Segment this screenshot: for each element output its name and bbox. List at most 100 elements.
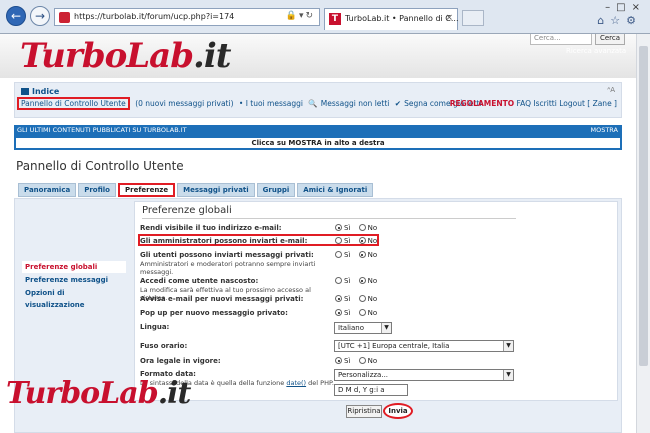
address-bar[interactable]: https://turbolab.it/forum/ucp.php?i=174 … [54,8,320,26]
radio-icon [358,357,366,364]
tab-private-messages[interactable]: Messaggi privati [177,183,255,197]
radio-yes[interactable]: Sì [335,357,350,365]
setting-help: Amministratori e moderatori potranno sem… [140,260,316,276]
font-resize-icon[interactable]: ᴬA [607,86,615,94]
page-title: Pannello di Controllo Utente [16,159,184,173]
sidebar-item-display[interactable]: Opzioni di visualizzazione [22,287,126,309]
forum-navbar: Indice ᴬA Pannello di Controllo Utente (… [14,82,622,118]
index-label: Indice [32,87,60,96]
logout-link[interactable]: Logout [ Zane ] [559,99,617,108]
tab-profile[interactable]: Profilo [78,183,116,197]
breadcrumb-index[interactable]: Indice [21,87,59,96]
ucp-link[interactable]: Pannello di Controllo Utente [17,97,130,110]
tab-friends[interactable]: Amici & Ignorati [297,183,374,197]
reset-button[interactable]: Ripristina [346,405,382,418]
radio-yes[interactable]: Sì [335,237,350,245]
submit-button[interactable]: Invia [383,403,413,419]
radio-label: Sì [344,357,351,365]
search-small-icon: 🔍 [308,99,318,108]
private-messages-link[interactable]: (0 nuovi messaggi privati) [135,99,233,108]
radio-no[interactable]: No [358,295,378,303]
radio-label: No [367,251,378,259]
date-format-input[interactable]: D M d, Y g:i a [334,384,408,396]
faq-link[interactable]: FAQ [517,99,532,108]
browser-chrome: ← → https://turbolab.it/forum/ucp.php?i=… [0,0,650,34]
radio-no[interactable]: No [358,224,377,232]
radio-icon [358,277,366,284]
radio-group: Sì No [335,224,383,232]
show-button[interactable]: MOSTRA [590,125,618,136]
date-format-select[interactable]: Personalizza... ▼ [334,369,514,381]
radio-group: Sì No [335,277,383,285]
window-controls-icon[interactable]: –□× [605,2,646,13]
tab-groups[interactable]: Gruppi [256,183,296,197]
chevron-down-icon: ▼ [381,323,391,333]
url-text[interactable]: https://turbolab.it/forum/ucp.php?i=174 [74,12,234,21]
php-date-link[interactable]: date() [286,379,306,387]
scrollbar-thumb[interactable] [639,46,648,366]
search-input[interactable]: Cerca... [530,34,592,45]
back-icon[interactable]: ← [6,6,26,26]
banner-message: Clicca su MOSTRA in alto a destra [14,136,622,150]
radio-yes[interactable]: Sì [335,224,350,232]
sidebar-item-global[interactable]: Preferenze globali [22,261,126,273]
address-controls-icon[interactable]: 🔒▾↻ [286,11,315,21]
ucp-sidebar: Preferenze globali Preferenze messaggi O… [22,261,126,309]
search-button[interactable]: Cerca [595,34,625,45]
radio-icon [335,295,342,302]
radio-icon [358,224,366,231]
tab-overview[interactable]: Panoramica [18,183,77,197]
radio-icon [335,277,342,284]
setting-label: Accedi come utente nascosto: [140,277,259,285]
radio-group: Sì No [335,251,383,259]
timezone-select[interactable]: [UTC +1] Europa centrale, Italia ▼ [334,340,514,352]
setting-label: Fuso orario: [140,342,188,350]
select-value: Italiano [338,324,364,332]
setting-label: Ora legale in vigore: [140,357,221,365]
chevron-down-icon: ▼ [503,370,513,380]
radio-group: Sì No [335,309,383,317]
user-nav-links: Pannello di Controllo Utente (0 nuovi me… [17,97,484,111]
radio-yes[interactable]: Sì [335,309,350,317]
forward-icon[interactable]: → [30,6,50,26]
radio-no[interactable]: No [358,277,377,285]
browser-tab[interactable]: T TurboLab.it • Pannello di C... × [324,8,459,30]
setting-label: Pop up per nuovo messaggio privato: [140,309,288,317]
members-link[interactable]: Iscritti [533,99,556,108]
radio-no[interactable]: No [358,357,377,365]
your-messages-link[interactable]: • I tuoi messaggi [239,99,303,108]
help-text-suffix: del PHP. [308,379,334,387]
close-tab-icon[interactable]: × [445,13,453,23]
unread-link[interactable]: Messaggi non letti [321,99,390,108]
radio-label: Sì [344,295,351,303]
radio-group: Sì No [335,357,383,365]
radio-yes[interactable]: Sì [335,277,350,285]
radio-icon [335,357,342,364]
toolbar-icons[interactable]: ⌂☆⚙ [597,14,642,27]
radio-no[interactable]: No [358,251,378,259]
watermark-logo: TurboLab.it [6,376,191,411]
radio-icon [358,251,366,258]
site-logo[interactable]: TurboLab.it [20,36,231,76]
tab-preferences[interactable]: Preferenze [118,183,176,197]
rules-link[interactable]: REGOLAMENTO [450,99,514,108]
page-scrollbar[interactable] [636,34,650,433]
logo-text: TurboLab [20,36,194,76]
radio-yes[interactable]: Sì [335,295,350,303]
radio-icon [358,237,366,244]
chevron-down-icon: ▼ [503,341,513,351]
new-tab-button[interactable] [462,10,484,26]
setting-label: Gli amministratori possono inviarti e-ma… [140,237,308,245]
advanced-search-link[interactable]: Ricerca avanzata [566,47,626,55]
sidebar-item-messages[interactable]: Preferenze messaggi [22,274,126,286]
setting-label: Lingua: [140,323,170,331]
radio-no[interactable]: No [358,309,377,317]
radio-icon [335,237,342,244]
radio-yes[interactable]: Sì [335,251,350,259]
radio-label: No [367,295,378,303]
radio-icon [358,309,366,316]
banner-title: GLI ULTIMI CONTENUTI PUBBLICATI SU TURBO… [17,126,187,134]
home-icon [21,88,29,95]
radio-no[interactable]: No [358,237,377,245]
language-select[interactable]: Italiano ▼ [334,322,392,334]
